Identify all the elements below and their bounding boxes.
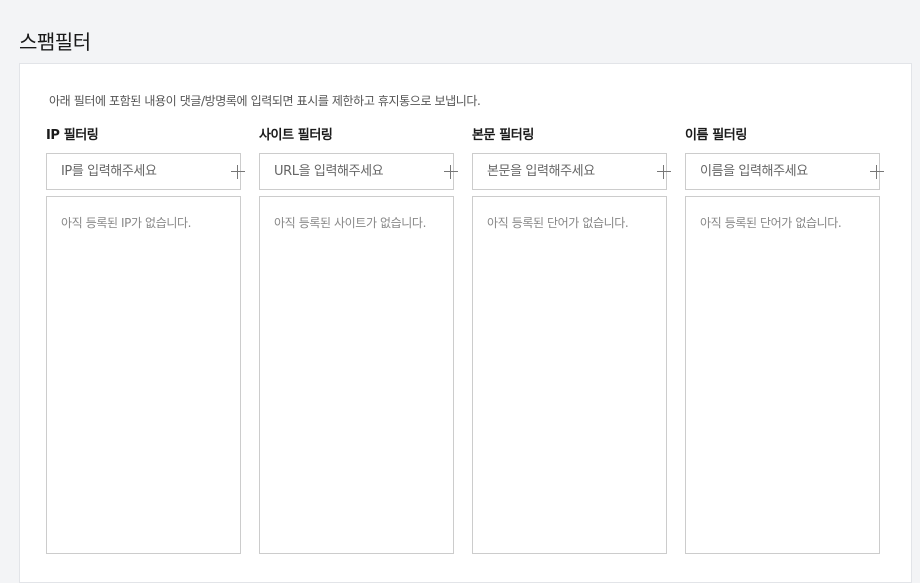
name-filter-heading: 이름 필터링 (685, 128, 747, 143)
body-filter-input[interactable] (473, 154, 657, 189)
ip-filter-add-button[interactable] (231, 154, 245, 189)
site-filter-empty-text: 아직 등록된 사이트가 없습니다. (274, 216, 426, 230)
ip-filter-input[interactable] (47, 154, 231, 189)
name-filter-empty-text: 아직 등록된 단어가 없습니다. (700, 216, 842, 230)
ip-filter-section: IP 필터링 아직 등록된 IP가 없습니다. (46, 126, 245, 554)
site-filter-list: 아직 등록된 사이트가 없습니다. (259, 196, 454, 554)
body-filter-input-row (472, 153, 671, 190)
filter-description: 아래 필터에 포함된 내용이 댓글/방명록에 입력되면 표시를 제한하고 휴지통… (49, 94, 481, 108)
name-filter-input-row (685, 153, 884, 190)
plus-icon (657, 164, 671, 179)
ip-filter-list: 아직 등록된 IP가 없습니다. (46, 196, 241, 554)
name-filter-add-button[interactable] (870, 154, 884, 189)
plus-icon (870, 164, 884, 179)
ip-filter-heading: IP 필터링 (46, 128, 99, 143)
site-filter-add-button[interactable] (444, 154, 458, 189)
body-filter-list: 아직 등록된 단어가 없습니다. (472, 196, 667, 554)
plus-icon (444, 164, 458, 179)
plus-icon (231, 164, 245, 179)
body-filter-heading: 본문 필터링 (472, 128, 534, 143)
name-filter-list: 아직 등록된 단어가 없습니다. (685, 196, 880, 554)
body-filter-section: 본문 필터링 아직 등록된 단어가 없습니다. (472, 126, 671, 554)
site-filter-input[interactable] (260, 154, 444, 189)
body-filter-add-button[interactable] (657, 154, 671, 189)
name-filter-section: 이름 필터링 아직 등록된 단어가 없습니다. (685, 126, 884, 554)
page-title: 스팸필터 (19, 30, 91, 54)
spam-filter-panel: 아래 필터에 포함된 내용이 댓글/방명록에 입력되면 표시를 제한하고 휴지통… (19, 63, 912, 583)
ip-filter-input-row (46, 153, 245, 190)
body-filter-empty-text: 아직 등록된 단어가 없습니다. (487, 216, 629, 230)
site-filter-section: 사이트 필터링 아직 등록된 사이트가 없습니다. (259, 126, 458, 554)
ip-filter-empty-text: 아직 등록된 IP가 없습니다. (61, 216, 192, 230)
site-filter-heading: 사이트 필터링 (259, 128, 333, 143)
site-filter-input-row (259, 153, 458, 190)
name-filter-input[interactable] (686, 154, 870, 189)
